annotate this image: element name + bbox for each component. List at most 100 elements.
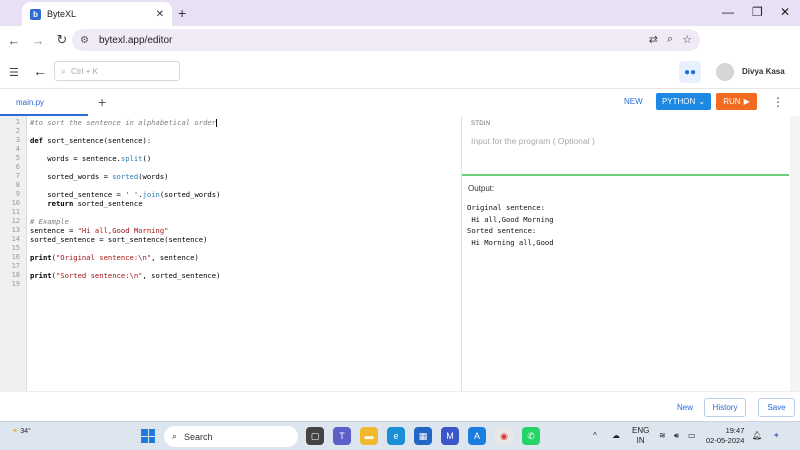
output-line: Original sentence:	[467, 203, 545, 212]
code-line[interactable]: def sort_sentence(sentence):	[30, 136, 151, 145]
file-tab-main[interactable]: main.py	[0, 90, 88, 116]
site-settings-icon[interactable]: ⚙	[80, 35, 89, 46]
close-tab-icon[interactable]: ✕	[156, 9, 164, 20]
lang-top: ENG	[632, 426, 650, 435]
line-number: 19	[11, 280, 20, 288]
file-explorer-icon[interactable]: ▬	[360, 427, 378, 445]
zoom-icon[interactable]: ⌕	[667, 33, 673, 46]
text-cursor	[216, 119, 218, 127]
code-line[interactable]: sentence = "Hi all,Good Morning"	[30, 226, 168, 235]
chat-icon[interactable]: ●●	[679, 61, 701, 83]
app-header: ☰ ← ⌕ Ctrl + K ●● Divya Kasa	[0, 55, 800, 89]
code-line[interactable]: # Example	[30, 217, 69, 226]
line-number: 4	[15, 145, 20, 153]
code-line[interactable]: sorted_sentence = ' '.join(sorted_words)	[30, 190, 220, 199]
line-number: 1	[15, 118, 20, 126]
user-name[interactable]: Divya Kasa	[742, 67, 785, 76]
new-tab-icon[interactable]: +	[178, 5, 186, 21]
dev-app-icon[interactable]: A	[468, 427, 486, 445]
output-panel: Output: Original sentence: Hi all,Good M…	[462, 176, 789, 391]
code-line[interactable]: return sorted_sentence	[30, 199, 142, 208]
history-button[interactable]: History	[704, 398, 746, 417]
chrome-icon[interactable]: ◉	[495, 427, 513, 445]
line-number: 11	[11, 208, 20, 216]
teams-icon[interactable]: T	[333, 427, 351, 445]
minimize-icon[interactable]: —	[722, 5, 734, 19]
search-input[interactable]: ⌕ Ctrl + K	[54, 61, 180, 81]
wifi-icon[interactable]: ≋	[659, 431, 666, 440]
clock-time: 19:47	[725, 426, 745, 435]
volume-icon[interactable]: 🔊︎	[674, 431, 679, 441]
clock-date: 02-05-2024	[706, 436, 745, 445]
vertical-scrollbar[interactable]	[790, 116, 800, 391]
line-number: 15	[11, 244, 20, 252]
editor-footer: New History Save	[0, 391, 800, 421]
language-select[interactable]: PYTHON ⌄	[656, 93, 711, 110]
tab-title: ByteXL	[47, 9, 77, 19]
address-bar-row: ← → ↻ ⚙ bytexl.app/editor ⇄ ⌕ ☆ ⧉ D ⋮	[0, 26, 800, 72]
whatsapp-icon[interactable]: ✆	[522, 427, 540, 445]
restore-icon[interactable]: ❐	[752, 5, 763, 19]
taskbar-search[interactable]: ⌕ Search	[164, 426, 298, 447]
editor-toolbar: main.py + NEW PYTHON ⌄ RUN ▶ ⋮	[0, 90, 800, 116]
line-number: 17	[11, 262, 20, 270]
sidebar-toggle-icon[interactable]: ☰	[9, 66, 19, 79]
line-number: 14	[11, 235, 20, 243]
browser-tab[interactable]: b ByteXL ✕	[22, 2, 172, 26]
code-line[interactable]: sorted_sentence = sort_sentence(sentence…	[30, 235, 207, 244]
taskbar-search-label: Search	[184, 431, 213, 442]
translate-icon[interactable]: ⇄	[649, 33, 658, 46]
new-button[interactable]: NEW	[624, 97, 643, 106]
code-line[interactable]: print("Sorted sentence:\n", sorted_sente…	[30, 271, 220, 280]
code-editor[interactable]: 1 2 3 4 5 6 7 8 9 10 11 12 13 14 15 16 17 18 19 #to sort t…	[0, 116, 462, 391]
weather-icon: ☀	[12, 428, 19, 435]
output-label: Output:	[468, 184, 495, 193]
line-number: 10	[11, 199, 20, 207]
code-line[interactable]: words = sentence.split()	[30, 154, 151, 163]
line-number: 8	[15, 181, 20, 189]
stdin-label: STDIN	[471, 121, 491, 127]
chevron-down-icon: ⌄	[698, 97, 706, 106]
add-file-icon[interactable]: +	[98, 94, 106, 110]
code-line[interactable]: #to sort the sentence in alphabetical or…	[30, 118, 218, 127]
omnibox[interactable]: ⚙ bytexl.app/editor ⇄ ⌕ ☆	[72, 29, 700, 51]
stdin-panel[interactable]: STDIN Input for the program ( Optional )	[462, 116, 789, 174]
new-footer-button[interactable]: New	[670, 398, 700, 417]
back-arrow-icon[interactable]: ←	[33, 63, 47, 79]
code-line[interactable]: print("Original sentence:\n", sentence)	[30, 253, 199, 262]
more-options-icon[interactable]: ⋮	[772, 95, 784, 109]
cloud-icon[interactable]: ☁	[612, 431, 620, 440]
line-number: 13	[11, 226, 20, 234]
window-close-icon[interactable]: ✕	[780, 5, 790, 19]
edge-icon[interactable]: e	[387, 427, 405, 445]
line-number: 9	[15, 190, 20, 198]
output-line: Sorted sentence:	[467, 226, 537, 235]
run-button[interactable]: RUN ▶	[716, 93, 757, 110]
tray-chevron-up-icon[interactable]: ^	[593, 431, 597, 440]
reload-icon[interactable]: ↻	[50, 32, 74, 48]
line-number-gutter: 1 2 3 4 5 6 7 8 9 10 11 12 13 14 15 16 17 18 19	[0, 116, 27, 391]
avatar[interactable]	[716, 63, 734, 81]
weather-widget[interactable]: ☀ 34°	[12, 427, 31, 435]
bytexl-favicon-icon: b	[30, 8, 41, 20]
notification-bell-icon[interactable]: 🔔︎	[752, 431, 762, 440]
line-number: 12	[11, 217, 20, 225]
clock[interactable]: 19:47 02-05-2024	[706, 426, 744, 446]
code-line[interactable]: sorted_words = sorted(words)	[30, 172, 168, 181]
app-icon[interactable]: M	[441, 427, 459, 445]
copilot-icon[interactable]: ✦	[773, 431, 780, 440]
forward-icon[interactable]: →	[26, 33, 50, 48]
store-icon[interactable]: ▦	[414, 427, 432, 445]
line-number: 5	[15, 154, 20, 162]
windows-start-icon[interactable]	[141, 429, 155, 443]
search-icon: ⌕	[61, 65, 67, 76]
language-indicator[interactable]: ENG IN	[632, 426, 649, 446]
back-icon[interactable]: ←	[2, 33, 26, 48]
task-view-icon[interactable]: ▢	[306, 427, 324, 445]
bookmark-star-icon[interactable]: ☆	[682, 33, 692, 46]
save-button[interactable]: Save	[758, 398, 795, 417]
line-number: 18	[11, 271, 20, 279]
battery-icon[interactable]: ▭	[688, 431, 696, 440]
stdin-input[interactable]: Input for the program ( Optional )	[471, 136, 595, 146]
url-text[interactable]: bytexl.app/editor	[99, 35, 172, 46]
